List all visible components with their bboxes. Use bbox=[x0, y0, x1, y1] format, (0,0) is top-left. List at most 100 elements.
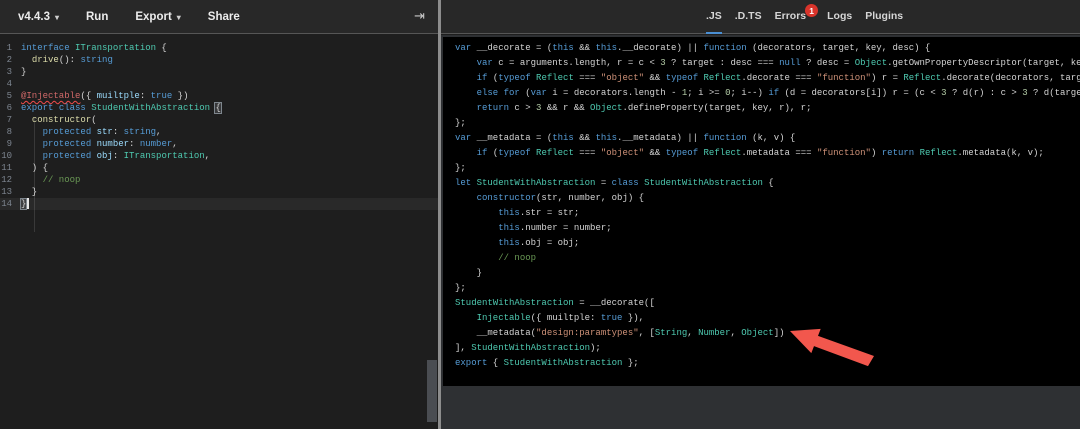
code-line[interactable]: 10 protected obj: ITransportation, bbox=[0, 150, 438, 162]
code-token: for bbox=[503, 88, 520, 98]
tab-plugins[interactable]: Plugins bbox=[865, 0, 903, 34]
code-line[interactable]: let StudentWithAbstraction = class Stude… bbox=[455, 176, 1080, 191]
code-line[interactable]: this.str = str; bbox=[455, 206, 1080, 221]
code-token: .decorate === bbox=[741, 73, 817, 83]
line-content: constructor(str, number, obj) { bbox=[455, 193, 644, 203]
code-line[interactable]: if (typeof Reflect === "object" && typeo… bbox=[455, 71, 1080, 86]
code-token: ) bbox=[870, 148, 882, 158]
code-token: return bbox=[476, 103, 510, 113]
code-line[interactable]: 12 // noop bbox=[0, 174, 438, 186]
code-token: .metadata === bbox=[741, 148, 817, 158]
code-token: Reflect bbox=[536, 73, 574, 83]
code-token: ? target : desc === bbox=[665, 58, 780, 68]
export-dropdown[interactable]: Export ▾ bbox=[135, 11, 180, 23]
code-line[interactable]: var __metadata = (this && this.__metadat… bbox=[455, 131, 1080, 146]
code-token: var bbox=[455, 43, 472, 53]
code-token: && bbox=[644, 148, 666, 158]
tab-errors[interactable]: Errors 1 bbox=[775, 0, 819, 34]
code-line[interactable]: this.obj = obj; bbox=[455, 236, 1080, 251]
code-line[interactable]: 14} bbox=[0, 198, 438, 210]
share-button[interactable]: Share bbox=[208, 11, 240, 23]
js-output-panel: var __decorate = (this && this.__decorat… bbox=[441, 35, 1080, 429]
line-content: interface ITransportation { bbox=[21, 42, 167, 54]
code-token: "object" bbox=[600, 148, 645, 158]
code-token: class bbox=[58, 103, 86, 113]
code-line[interactable]: 1 interface ITransportation { bbox=[0, 42, 438, 54]
code-line[interactable]: __metadata("design:paramtypes", [String,… bbox=[455, 326, 1080, 341]
code-line[interactable]: StudentWithAbstraction = __decorate([ bbox=[455, 296, 1080, 311]
code-line[interactable]: } bbox=[455, 266, 1080, 281]
code-token: ? d(target, key, r) : d(target, key)) ||… bbox=[1032, 88, 1080, 98]
code-token: "object" bbox=[600, 73, 645, 83]
panel-splitter[interactable] bbox=[438, 0, 441, 429]
line-content: protected obj: ITransportation, bbox=[21, 150, 210, 162]
run-button[interactable]: Run bbox=[86, 11, 108, 23]
code-token: protected bbox=[42, 127, 92, 137]
code-line[interactable]: Injectable({ muiltple: true }), bbox=[455, 311, 1080, 326]
code-token: (): bbox=[58, 55, 81, 65]
code-token: Number bbox=[698, 328, 731, 338]
code-line[interactable]: // noop bbox=[455, 251, 1080, 266]
line-content: let StudentWithAbstraction = class Stude… bbox=[455, 178, 774, 188]
editor-scrollbar-thumb[interactable] bbox=[427, 360, 437, 422]
code-line[interactable]: 4 bbox=[0, 78, 438, 90]
code-line[interactable]: 13 } bbox=[0, 186, 438, 198]
code-line[interactable]: 7 constructor( bbox=[0, 114, 438, 126]
code-line[interactable]: }; bbox=[455, 161, 1080, 176]
code-line[interactable]: ], StudentWithAbstraction); bbox=[455, 341, 1080, 356]
tab-js[interactable]: .JS bbox=[706, 0, 722, 34]
code-line[interactable]: if (typeof Reflect === "object" && typeo… bbox=[455, 146, 1080, 161]
code-token: .obj = obj; bbox=[519, 238, 580, 248]
code-token: StudentWithAbstraction bbox=[471, 343, 591, 353]
code-token: class bbox=[611, 178, 639, 188]
collapse-sidebar-icon[interactable]: ⇥ bbox=[414, 8, 425, 24]
indent-guide bbox=[34, 118, 35, 232]
tab-dts[interactable]: .D.TS bbox=[735, 0, 762, 34]
code-token: ITransportation bbox=[123, 151, 205, 161]
code-token: this bbox=[595, 133, 618, 143]
code-token: === bbox=[573, 73, 601, 83]
code-token: : bbox=[129, 139, 140, 149]
code-line[interactable]: return c > 3 && r && Object.defineProper… bbox=[455, 101, 1080, 116]
line-content: } bbox=[21, 66, 26, 78]
output-box[interactable]: var __decorate = (this && this.__decorat… bbox=[443, 37, 1080, 386]
chevron-down-icon: ▾ bbox=[176, 12, 181, 22]
code-line[interactable]: export { StudentWithAbstraction }; bbox=[455, 356, 1080, 371]
code-line[interactable]: var c = arguments.length, r = c < 3 ? ta… bbox=[455, 56, 1080, 71]
code-line[interactable]: 3} bbox=[0, 66, 438, 78]
text-cursor bbox=[27, 198, 29, 210]
code-line[interactable]: }; bbox=[455, 281, 1080, 296]
typescript-editor-panel[interactable]: 1 interface ITransportation {2 drive(): s… bbox=[0, 35, 438, 429]
code-token: Reflect bbox=[703, 148, 742, 158]
code-token: StudentWithAbstraction bbox=[455, 298, 574, 308]
code-line[interactable]: 6 export class StudentWithAbstraction { bbox=[0, 102, 438, 114]
line-number: 9 bbox=[6, 139, 12, 149]
code-line[interactable]: this.number = number; bbox=[455, 221, 1080, 236]
code-line[interactable]: else for (var i = decorators.length - 1;… bbox=[455, 86, 1080, 101]
line-content: else for (var i = decorators.length - 1;… bbox=[455, 88, 1080, 98]
code-line[interactable]: 5 @Injectable({ muiltple: true }) bbox=[0, 90, 438, 102]
code-token: number bbox=[96, 139, 130, 149]
code-token: ({ muiltple: bbox=[530, 313, 601, 323]
code-token: { bbox=[214, 102, 222, 114]
code-line[interactable]: 11 ) { bbox=[0, 162, 438, 174]
line-content: } bbox=[455, 268, 482, 278]
code-line[interactable]: constructor(str, number, obj) { bbox=[455, 191, 1080, 206]
version-dropdown[interactable]: v4.4.3 ▾ bbox=[18, 11, 59, 23]
code-line[interactable]: }; bbox=[455, 116, 1080, 131]
line-content: export { StudentWithAbstraction }; bbox=[455, 358, 639, 368]
code-line[interactable]: 9 protected number: number, bbox=[0, 138, 438, 150]
code-token: ( bbox=[91, 115, 97, 125]
code-line[interactable]: var __decorate = (this && this.__decorat… bbox=[455, 41, 1080, 56]
code-line[interactable]: 8 protected str: string, bbox=[0, 126, 438, 138]
tab-logs[interactable]: Logs bbox=[827, 0, 852, 34]
editor-code[interactable]: 1 interface ITransportation {2 drive(): s… bbox=[0, 42, 438, 210]
code-token: protected bbox=[42, 139, 92, 149]
code-line[interactable]: 2 drive(): string bbox=[0, 54, 438, 66]
output-code[interactable]: var __decorate = (this && this.__decorat… bbox=[455, 41, 1080, 371]
code-token: StudentWithAbstraction bbox=[644, 178, 763, 188]
code-token: typeof bbox=[498, 73, 531, 83]
code-token: , bbox=[156, 127, 162, 137]
